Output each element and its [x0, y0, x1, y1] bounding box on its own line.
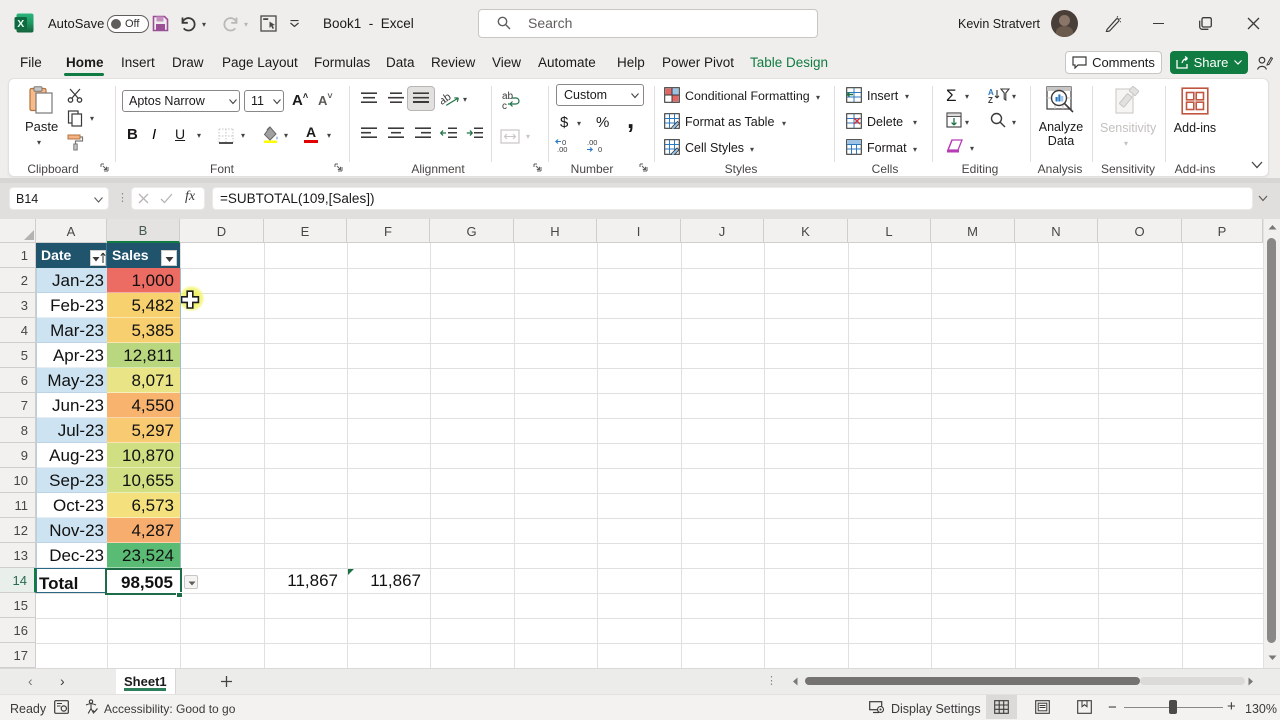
- svg-text:Z: Z: [988, 96, 993, 103]
- svg-text:X: X: [17, 18, 24, 30]
- svg-text:.00: .00: [587, 138, 597, 147]
- svg-text:0: 0: [598, 145, 602, 153]
- svg-text:c: c: [502, 101, 507, 110]
- svg-text:.00: .00: [557, 145, 567, 153]
